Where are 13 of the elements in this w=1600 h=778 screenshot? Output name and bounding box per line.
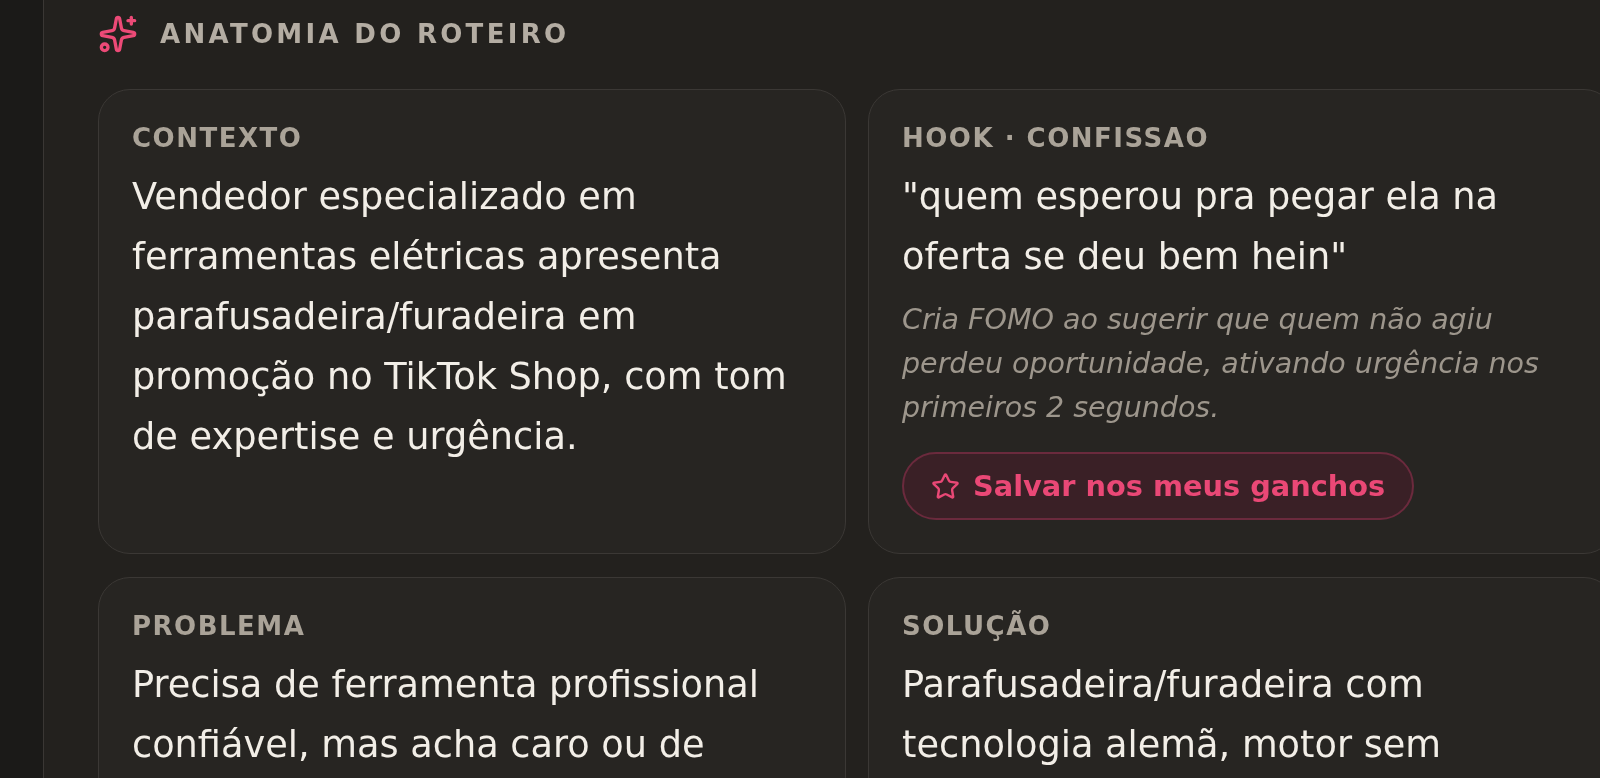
star-icon	[931, 471, 960, 501]
section-label: PROBLEMA	[132, 610, 306, 643]
sparkle-icon	[98, 14, 138, 54]
hook-quote: "quem esperou pra pegar ela na oferta se deu bem hein"	[902, 174, 1500, 280]
section-text: Vendedor especializado em ferramentas elétricas apresenta parafusadeira/furadeira em promoção no TikTok Shop, com tom de expertise e urgência.	[132, 174, 788, 460]
section-label: SOLUÇÃO	[902, 609, 1052, 643]
section-label: CONTEXTO	[132, 122, 303, 155]
section-label: HOOK · CONFISSAO	[902, 122, 1209, 155]
section-text: Parafusadeira/furadeira com tecnologia alemã, motor sem	[902, 662, 1443, 768]
hook-explanation: Cria FOMO ao sugerir que quem não agiu perdeu oportunidade, ativando urgência nos primeiros 2 segundos.	[902, 302, 1540, 426]
section-text: Precisa de ferramenta profissional confiável, mas acha caro ou de	[132, 662, 760, 768]
section-title: ANATOMIA DO ROTEIRO	[160, 19, 570, 49]
save-hook-button[interactable]: Salvar nos meus ganchos	[902, 452, 1415, 520]
